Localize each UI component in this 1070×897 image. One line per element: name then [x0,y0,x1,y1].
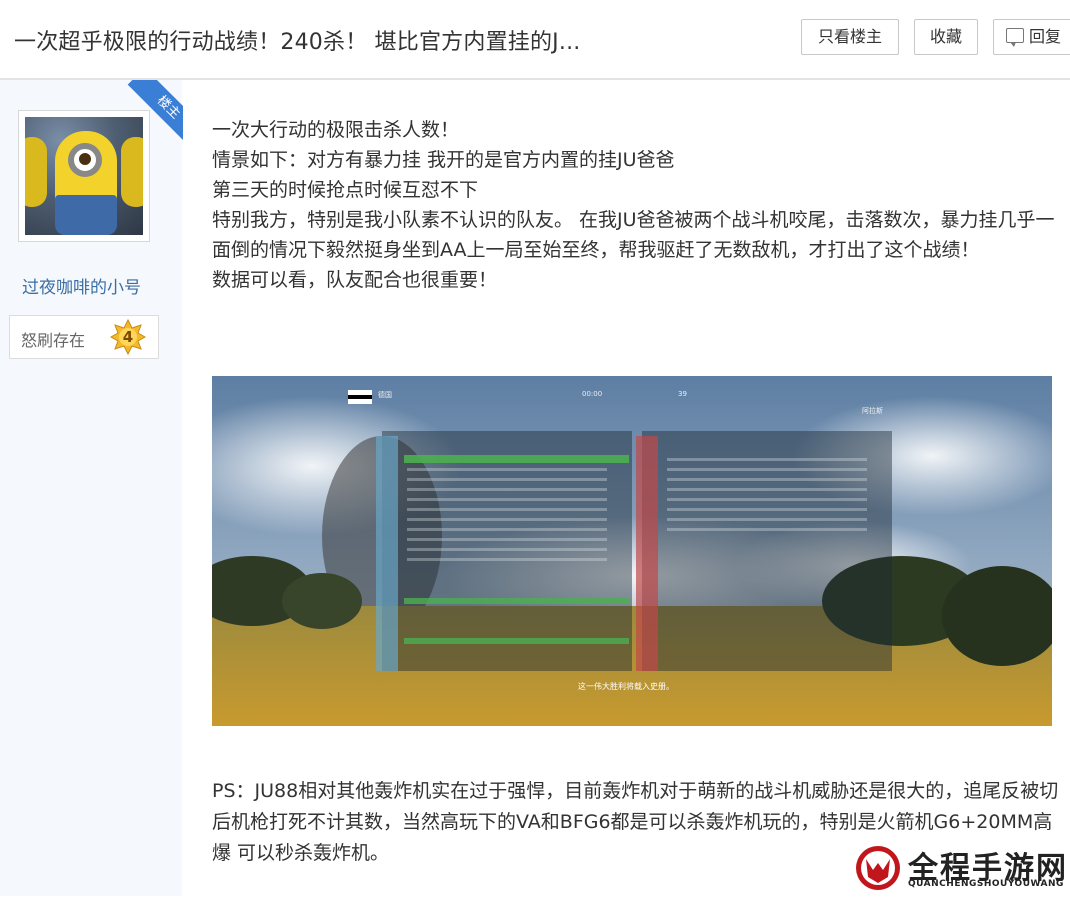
level-star-icon: 4 [109,318,147,356]
post-line-4: 特别我方，特别是我小队素不认识的队友。 在我JU爸爸被两个战斗机咬尾，击落数次，… [212,209,1055,261]
screenshot-team-right: 阿拉斯 [862,407,883,415]
level-number: 4 [122,328,134,346]
level-title: 怒刷存在 [21,331,86,350]
reply-button[interactable]: 回复 [993,19,1070,55]
minion-overall [55,195,117,235]
screenshot-caption: 这一伟大胜利将载入史册。 [578,682,674,691]
minion-right-figure [121,137,143,207]
watermark-subtitle: QUANCHENGSHOUYOUWANG [908,879,1064,889]
reply-label: 回复 [1029,27,1062,46]
post-line-5: 数据可以看，队友配合也很重要！ [212,269,498,291]
favorite-button[interactable]: 收藏 [914,19,978,55]
thread-header: 一次超乎极限的行动战绩！240杀！ 堪比官方内置挂的J... 只看楼主 收藏 回… [0,0,1070,80]
author-level: 怒刷存在 4 [9,315,159,359]
author-username[interactable]: 过夜咖啡的小号 [22,273,141,298]
post-line-1: 一次大行动的极限击杀人数！ [212,119,460,141]
minion-left-figure [25,137,47,207]
thread-title: 一次超乎极限的行动战绩！240杀！ 堪比官方内置挂的J... [14,30,581,55]
post-line-3: 第三天的时候抢点时候互怼不下 [212,179,479,201]
screenshot-team-left: 德国 [378,391,392,399]
post-body: 一次大行动的极限击杀人数！ 情景如下：对方有暴力挂 我开的是官方内置的挂JU爸爸… [212,115,1062,295]
watermark-logo-icon [853,843,905,893]
comment-icon [1006,28,1024,47]
avatar[interactable] [18,110,150,242]
minion-pupil [79,153,91,165]
only-op-button[interactable]: 只看楼主 [801,19,899,55]
post-line-2: 情景如下：对方有暴力挂 我开的是官方内置的挂JU爸爸 [212,149,675,171]
screenshot-players: 39 [678,390,687,398]
screenshot-timer: 00:00 [582,390,603,398]
game-screenshot[interactable]: 德国 00:00 39 阿拉斯 这一伟大胜利将载入史册。 [212,376,1052,726]
minion-avatar-icon [25,117,143,235]
